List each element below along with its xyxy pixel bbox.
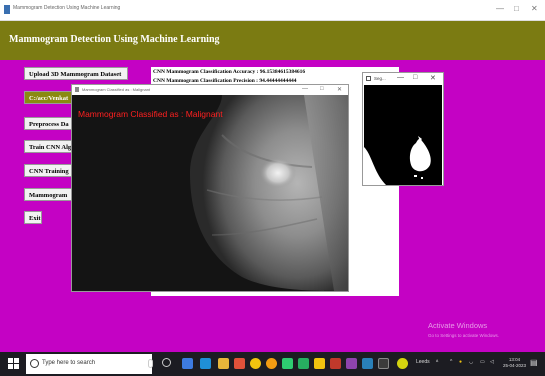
minimize-button[interactable]: — [496,4,504,13]
image-window-icon [75,87,79,92]
app-icon-purple[interactable] [346,358,357,369]
network-icon[interactable]: ◡ [469,359,473,365]
app-icon-red[interactable] [330,358,341,369]
taskbar-search-box[interactable]: Type here to search [26,354,152,374]
image-window-minimize-button[interactable]: — [302,86,308,92]
mammogram-image-graphic [72,95,348,291]
classification-result-caption: Mammogram Classified as : Malignant [78,109,223,119]
exit-button[interactable]: Exit [24,211,42,224]
app-titlebar: Mammogram Detection Using Machine Learni… [0,0,545,21]
taskbar-clock[interactable]: 13:04 25-04-2023 [503,357,526,369]
app-icon-notes[interactable] [314,358,325,369]
cortana-icon[interactable] [162,358,171,367]
activate-windows-watermark: Activate Windows [428,321,488,330]
app-icon-blue[interactable] [362,358,373,369]
segmentation-close-button[interactable]: ✕ [430,74,436,82]
cnn-training-graph-button[interactable]: CNN Training [24,164,72,177]
segmentation-mask-graphic [364,85,442,185]
segmentation-mask-image [364,85,442,185]
app-feather-icon [4,5,10,14]
task-view-icon[interactable] [182,358,193,369]
image-window-maximize-button[interactable]: □ [320,86,324,92]
segmentation-window-title: Seg... [374,76,386,81]
close-button[interactable]: ✕ [531,4,538,13]
app-header: Mammogram Detection Using Machine Learni… [0,21,545,60]
image-window-close-button[interactable]: ✕ [337,86,342,93]
app-icon-terminal[interactable] [378,358,389,369]
segmentation-window-titlebar[interactable]: Seg... — □ ✕ [363,73,443,85]
tray-app-icon[interactable]: ● [459,359,462,365]
dataset-path-label: C:/acc/Venkat [24,91,76,104]
search-icon [30,359,39,368]
windows-logo-icon [8,358,13,363]
edge-browser-icon[interactable] [200,358,211,369]
image-window-titlebar[interactable]: Mammogram Classified as : Malignant — □ … [72,85,348,95]
notification-icon[interactable]: ▤ [530,358,538,367]
segmentation-window-icon [366,76,371,81]
accuracy-text: CNN Mammogram Classification Accuracy : … [153,69,306,75]
window-title: Mammogram Detection Using Machine Learni… [13,5,121,11]
chrome-icon[interactable] [234,358,245,369]
maximize-button[interactable]: □ [514,4,519,13]
clock-date: 25-04-2023 [503,363,527,368]
microphone-icon[interactable] [148,359,153,368]
app-icon-orange[interactable] [266,358,277,369]
search-placeholder: Type here to search [42,360,96,366]
mammogram-classification-button[interactable]: Mammogram [24,188,72,201]
app-icon-yellow[interactable] [250,358,261,369]
app-icon-green[interactable] [282,358,293,369]
page-title: Mammogram Detection Using Machine Learni… [9,34,220,45]
tray-weather-text[interactable]: Leeds [416,359,430,365]
people-icon[interactable]: ᴬ [436,359,438,365]
start-button[interactable] [8,358,19,369]
preprocess-dataset-button[interactable]: Preprocess Da [24,117,72,130]
taskbar: Type here to search Leeds ᴬ ^ ● ◡ ▭ ◁ 13… [0,352,545,376]
app-icon-excel[interactable] [298,358,309,369]
segmentation-minimize-button[interactable]: — [397,74,404,81]
segmentation-maximize-button[interactable]: □ [413,74,417,81]
classification-image-window[interactable]: Mammogram Classified as : Malignant — □ … [71,84,349,292]
file-explorer-icon[interactable] [218,358,229,369]
python-app-icon[interactable] [397,358,408,369]
segmentation-window[interactable]: Seg... — □ ✕ [362,72,444,186]
upload-dataset-button[interactable]: Upload 3D Mammogram Dataset [24,67,128,80]
battery-icon[interactable]: ▭ [480,359,485,365]
volume-icon[interactable]: ◁ [490,359,494,365]
tray-chevron-icon[interactable]: ^ [450,359,452,365]
image-window-title: Mammogram Classified as : Malignant [82,87,151,92]
train-cnn-button[interactable]: Train CNN Alg [24,140,72,153]
activate-windows-subtext: Go to Settings to activate Windows. [428,333,500,338]
mammogram-image: Mammogram Classified as : Malignant [72,95,348,291]
